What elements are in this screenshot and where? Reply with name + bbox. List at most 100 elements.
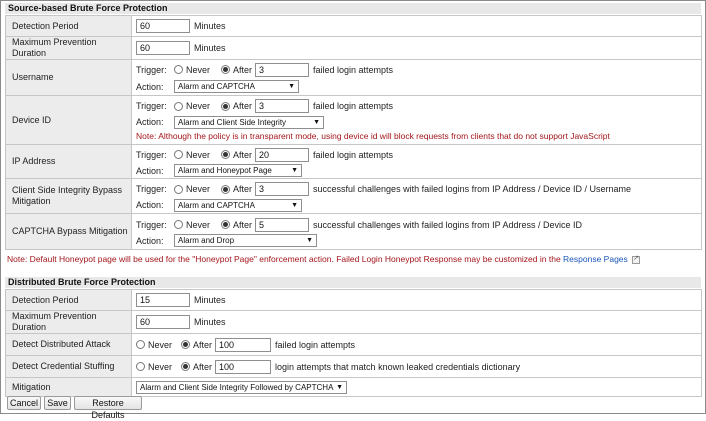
captcha-never-radio[interactable]	[174, 220, 183, 229]
chevron-down-icon: ▼	[336, 383, 343, 391]
dist-max-prevention-input[interactable]: 60	[136, 315, 190, 329]
max-prevention-label: Maximum Prevention Duration	[5, 36, 132, 60]
distributed-section-title: Distributed Brute Force Protection	[5, 277, 701, 288]
device-id-action-value: Alarm and Client Side Integrity	[178, 117, 287, 127]
captcha-bypass-label: CAPTCHA Bypass Mitigation	[5, 213, 132, 250]
detection-period-input[interactable]: 60	[136, 19, 190, 33]
ip-action-value: Alarm and Honeypot Page	[178, 166, 272, 175]
csi-action-select[interactable]: Alarm and CAPTCHA ▼	[174, 198, 302, 212]
response-pages-link[interactable]: Response Pages	[563, 254, 628, 264]
chevron-down-icon: ▼	[313, 118, 320, 126]
captcha-suffix: successful challenges with failed logins…	[313, 219, 582, 230]
captcha-action-value: Alarm and Drop	[178, 236, 235, 245]
ip-action-label: Action:	[136, 165, 164, 176]
mitigation-select[interactable]: Alarm and Client Side Integrity Followed…	[136, 380, 347, 394]
distributed-attack-suffix: failed login attempts	[275, 339, 356, 350]
max-prevention-input[interactable]: 60	[136, 41, 190, 55]
username-action-label: Action:	[136, 81, 164, 92]
brute-force-settings-panel: Source-based Brute Force Protection Dete…	[0, 0, 706, 420]
device-id-never-label: Never	[186, 101, 211, 111]
device-id-never-radio[interactable]	[174, 101, 183, 111]
credential-stuffing-after-label: After	[193, 361, 213, 372]
username-count-input[interactable]: 3	[255, 62, 310, 77]
external-link-icon[interactable]	[632, 254, 641, 264]
distributed-attack-count-input[interactable]: 100	[215, 337, 272, 352]
distributed-attack-never-radio[interactable]	[136, 340, 145, 349]
credential-stuffing-label: Detect Credential Stuffing	[5, 355, 132, 378]
csi-never-label: Never	[186, 184, 211, 194]
csi-count-input[interactable]: 3	[255, 182, 310, 196]
mitigation-label: Mitigation	[5, 377, 132, 397]
chevron-down-icon: ▼	[288, 83, 295, 90]
username-after-radio[interactable]	[221, 65, 230, 74]
captcha-action-label: Action:	[136, 235, 164, 246]
device-id-note: Note: Although the policy is in transpar…	[136, 131, 610, 141]
username-label: Username	[5, 59, 132, 96]
device-id-count-input[interactable]: 3	[255, 99, 310, 113]
credential-stuffing-never-label: Never	[148, 361, 173, 372]
ip-action-select[interactable]: Alarm and Honeypot Page ▼	[174, 164, 302, 177]
device-id-label: Device ID	[5, 95, 132, 145]
username-action-select[interactable]: Alarm and CAPTCHA ▼	[174, 80, 299, 93]
dist-detection-period-input[interactable]: 15	[136, 293, 190, 307]
chevron-down-icon: ▼	[291, 201, 298, 209]
dist-detection-period-label: Detection Period	[5, 289, 132, 311]
username-after-label: After	[233, 64, 253, 75]
credential-stuffing-suffix: login attempts that match known leaked c…	[275, 361, 521, 372]
csi-never-radio[interactable]	[174, 184, 183, 194]
detection-period-unit: Minutes	[194, 21, 226, 31]
csi-suffix: successful challenges with failed logins…	[313, 184, 631, 194]
dist-max-prevention-unit: Minutes	[194, 317, 226, 327]
csi-action-label: Action:	[136, 200, 164, 210]
csi-after-radio[interactable]	[221, 184, 230, 194]
csi-trigger-label: Trigger:	[136, 184, 167, 194]
honeypot-footnote-text: Note: Default Honeypot page will be used…	[7, 254, 561, 264]
device-id-action-label: Action:	[136, 117, 164, 127]
max-prevention-unit: Minutes	[194, 43, 226, 53]
distributed-settings-table: Detection Period 15 Minutes Maximum Prev…	[5, 289, 702, 397]
distributed-attack-label: Detect Distributed Attack	[5, 333, 132, 356]
distributed-attack-after-radio[interactable]	[181, 340, 190, 349]
captcha-count-input[interactable]: 5	[255, 217, 310, 232]
device-id-after-radio[interactable]	[221, 101, 230, 111]
ip-trigger-label: Trigger:	[136, 149, 167, 160]
username-never-label: Never	[186, 64, 211, 75]
captcha-never-label: Never	[186, 219, 211, 230]
honeypot-footnote: Note: Default Honeypot page will be used…	[7, 254, 701, 264]
csi-action-value: Alarm and CAPTCHA	[178, 200, 255, 210]
csi-after-label: After	[233, 184, 253, 194]
distributed-attack-never-label: Never	[148, 339, 173, 350]
ip-never-label: Never	[186, 149, 211, 160]
cancel-button[interactable]: Cancel	[7, 396, 41, 410]
device-id-trigger-label: Trigger:	[136, 101, 167, 111]
restore-defaults-button[interactable]: Restore Defaults	[74, 396, 142, 420]
dist-detection-period-unit: Minutes	[194, 295, 226, 305]
captcha-after-radio[interactable]	[221, 220, 230, 229]
distributed-attack-after-label: After	[193, 339, 213, 350]
ip-after-radio[interactable]	[221, 150, 230, 159]
ip-after-label: After	[233, 149, 253, 160]
credential-stuffing-never-radio[interactable]	[136, 362, 145, 371]
chevron-down-icon: ▼	[291, 167, 298, 174]
captcha-after-label: After	[233, 219, 253, 230]
credential-stuffing-count-input[interactable]: 100	[215, 359, 272, 374]
mitigation-value: Alarm and Client Side Integrity Followed…	[140, 382, 334, 392]
device-id-action-select[interactable]: Alarm and Client Side Integrity ▼	[174, 115, 324, 129]
dist-max-prevention-label: Maximum Prevention Duration	[5, 310, 132, 334]
credential-stuffing-after-radio[interactable]	[181, 362, 190, 371]
chevron-down-icon: ▼	[306, 237, 313, 244]
detection-period-label: Detection Period	[5, 15, 132, 37]
captcha-action-select[interactable]: Alarm and Drop ▼	[174, 234, 317, 247]
source-section-title: Source-based Brute Force Protection	[5, 3, 701, 14]
device-id-suffix: failed login attempts	[313, 101, 394, 111]
csi-bypass-label: Client Side Integrity Bypass Mitigation	[5, 178, 132, 214]
ip-never-radio[interactable]	[174, 150, 183, 159]
username-suffix: failed login attempts	[313, 64, 394, 75]
ip-count-input[interactable]: 20	[255, 147, 310, 162]
username-action-value: Alarm and CAPTCHA	[178, 82, 255, 91]
captcha-trigger-label: Trigger:	[136, 219, 167, 230]
username-never-radio[interactable]	[174, 65, 183, 74]
source-settings-table: Detection Period 60 Minutes Maximum Prev…	[5, 15, 702, 250]
device-id-after-label: After	[233, 101, 253, 111]
save-button[interactable]: Save	[44, 396, 71, 410]
